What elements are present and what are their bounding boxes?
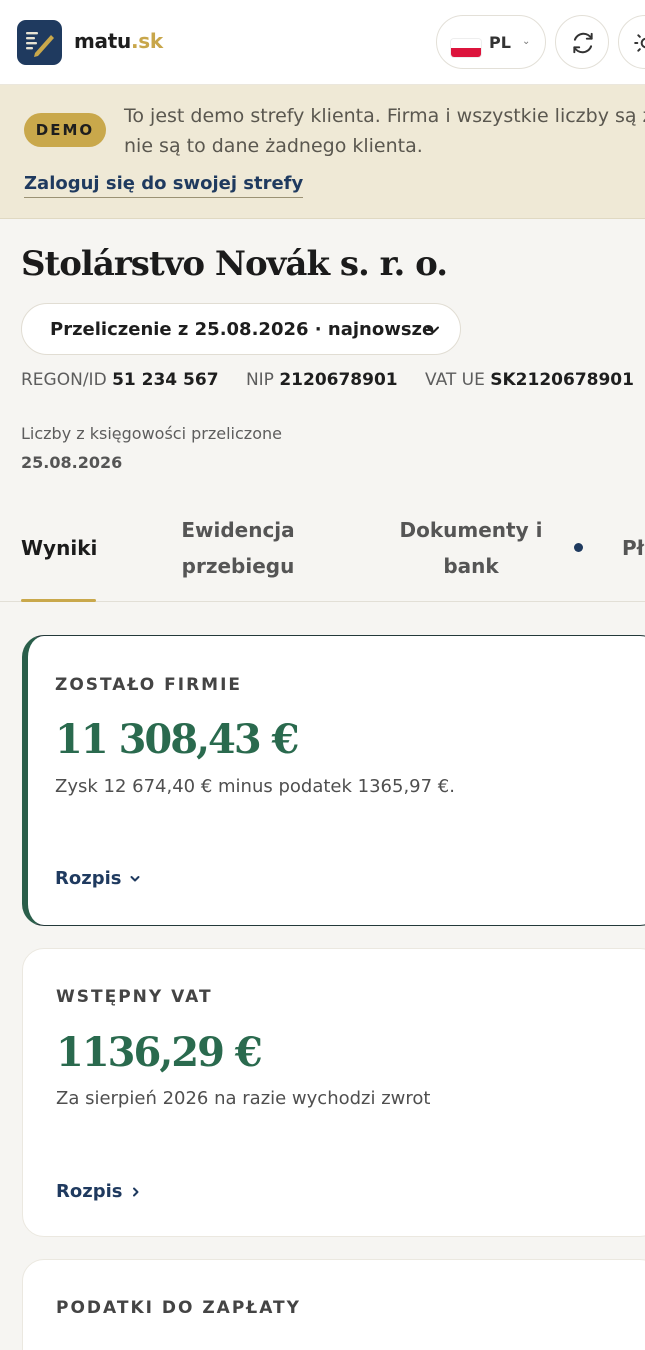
card-zostalo-firmie: ZOSTAŁO FIRMIE 11 308,43 € Zysk 12 674,4… [22, 635, 645, 926]
company-name: Stolárstvo Novák s. r. o. [21, 244, 448, 284]
chevron-right-icon [133, 1187, 139, 1197]
tab-ewidencja-przebiegu[interactable]: Ewidencja przebiegu [160, 512, 316, 584]
sun-icon [634, 34, 645, 52]
card-title: ZOSTAŁO FIRMIE [55, 675, 243, 695]
demo-badge: DEMO [24, 113, 106, 147]
refresh-button[interactable] [555, 15, 609, 69]
recalculation-select[interactable]: Przeliczenie z 25.08.2026 · najnowsze [21, 303, 461, 355]
recalc-label: Liczby z księgowości przeliczone [21, 424, 282, 443]
rozpis-label: Rozpis [56, 1181, 123, 1202]
regon-value: 51 234 567 [112, 370, 219, 390]
card-title: WSTĘPNY VAT [56, 987, 213, 1007]
logo-icon[interactable] [17, 20, 62, 65]
card-podatki-do-zaplaty: PODATKI DO ZAPŁATY [22, 1259, 645, 1350]
theme-toggle-button[interactable] [618, 15, 645, 69]
vat-label: VAT UE [425, 370, 485, 390]
top-header: matu.sk PL ⌄ [0, 0, 645, 85]
active-tab-indicator [21, 599, 96, 602]
tab-dokumenty-i-bank[interactable]: Dokumenty i bank [385, 512, 557, 584]
tab-bar: Wyniki Ewidencja przebiegu Dokumenty i b… [0, 505, 645, 602]
rozpis-link[interactable]: Rozpis [56, 1181, 142, 1202]
vat-value: SK2120678901 [490, 370, 634, 390]
nip-label: NIP [245, 370, 274, 390]
brand-name[interactable]: matu.sk [74, 29, 163, 53]
recalculation-select-value: Przeliczenie z 25.08.2026 · najnowsze [50, 319, 435, 340]
login-link[interactable]: Zaloguj się do swojej strefy [24, 173, 304, 198]
tab-wyniki[interactable]: Wyniki [21, 530, 97, 566]
regon-label: REGON/ID [21, 370, 107, 390]
language-label: PL [489, 33, 511, 52]
language-selector[interactable]: PL ⌄ [436, 15, 546, 69]
poland-flag-icon [451, 39, 481, 57]
notification-dot [574, 543, 583, 552]
card-title: PODATKI DO ZAPŁATY [56, 1298, 301, 1318]
nip-value: 2120678901 [279, 370, 398, 390]
chevron-down-icon: ⌄ [522, 36, 531, 47]
chevron-down-icon [130, 876, 140, 882]
refresh-icon [573, 32, 593, 54]
recalc-date: 25.08.2026 [21, 453, 123, 472]
company-identifiers: REGON/ID 51 234 567 NIP 2120678901 VAT U… [21, 370, 645, 390]
demo-banner: DEMO To jest demo strefy klienta. Firma … [0, 85, 645, 219]
demo-message: To jest demo strefy klienta. Firma i wsz… [124, 105, 645, 157]
rozpis-label: Rozpis [55, 868, 122, 889]
card-value: 11 308,43 € [55, 716, 299, 763]
rozpis-toggle[interactable]: Rozpis [55, 868, 141, 889]
card-description: Za sierpień 2026 na razie wychodzi zwrot [56, 1088, 431, 1109]
card-value: 1136,29 € [56, 1029, 263, 1076]
card-description: Zysk 12 674,40 € minus podatek 1365,97 €… [55, 776, 455, 797]
tab-platnosci[interactable]: Pła [622, 530, 645, 566]
chevron-down-icon [427, 326, 439, 334]
card-wstepny-vat: WSTĘPNY VAT 1136,29 € Za sierpień 2026 n… [22, 948, 645, 1237]
